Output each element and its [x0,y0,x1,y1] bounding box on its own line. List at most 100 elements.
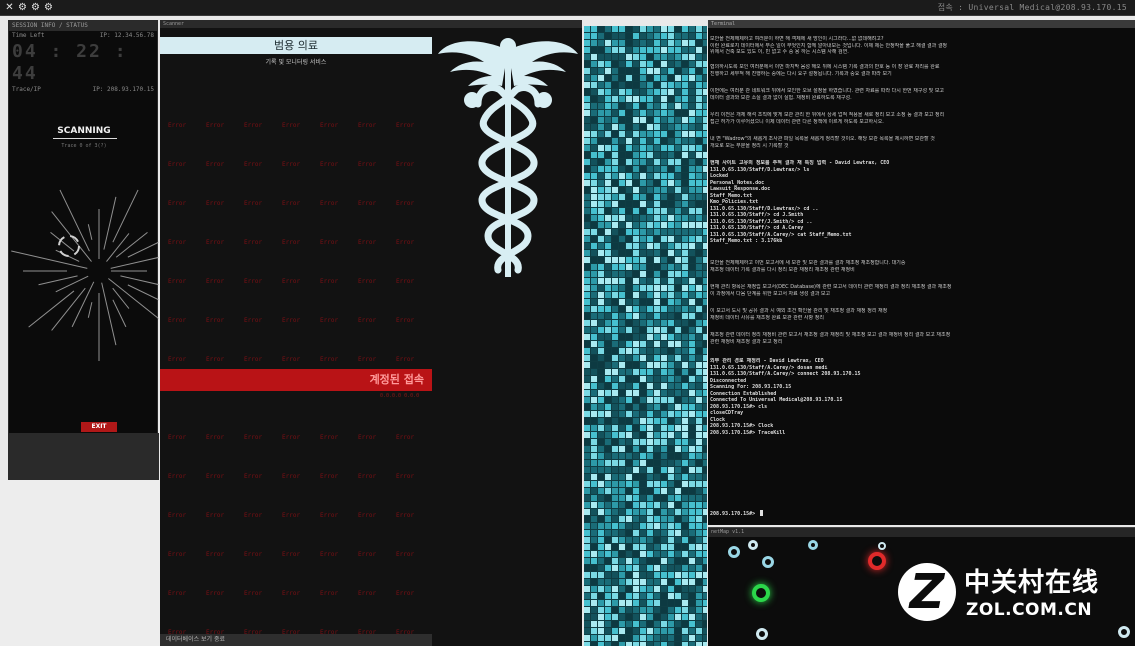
matrix-cell [591,257,597,263]
matrix-cell [584,558,590,564]
network-node[interactable] [728,546,740,558]
matrix-cell [661,495,667,501]
error-cell: Error [358,356,377,363]
matrix-cell [703,635,707,641]
matrix-cell [605,460,611,466]
matrix-cell [675,194,681,200]
matrix-cell [626,313,632,319]
gear-icon[interactable]: ⚙ [30,2,41,13]
matrix-cell [668,61,674,67]
settings-icon[interactable]: ⚙ [17,2,28,13]
matrix-cell [675,418,681,424]
matrix-cell [626,334,632,340]
matrix-cell [682,565,688,571]
network-node[interactable] [762,556,774,568]
error-row: Error Error Error Error Error Error Error [168,549,428,561]
matrix-cell [612,404,618,410]
matrix-cell [682,54,688,60]
matrix-cell [626,285,632,291]
radar-ray [55,275,89,293]
matrix-cell [612,334,618,340]
matrix-cell [689,635,695,641]
network-node[interactable] [756,628,768,640]
matrix-cell [605,33,611,39]
matrix-cell [633,208,639,214]
matrix-cell [605,488,611,494]
matrix-cell [640,334,646,340]
matrix-cell [619,138,625,144]
matrix-cell [668,187,674,193]
network-node[interactable] [1118,626,1130,638]
exit-button[interactable]: EXIT [81,422,117,432]
network-node[interactable] [878,542,886,550]
matrix-cell [619,628,625,634]
matrix-cell [689,565,695,571]
matrix-cell [626,54,632,60]
matrix-cell [682,138,688,144]
matrix-cell [619,509,625,515]
close-icon[interactable]: ✕ [4,2,15,13]
matrix-cell [619,75,625,81]
matrix-cell [647,47,653,53]
matrix-cell [647,439,653,445]
matrix-cell [682,208,688,214]
matrix-cell [647,54,653,60]
matrix-cell [640,404,646,410]
matrix-cell [619,586,625,592]
radar-ray [59,189,90,252]
target-footer[interactable]: 데이터베이스 보기 중료 [160,634,432,646]
matrix-cell [584,187,590,193]
matrix-cell [682,607,688,613]
matrix-cell [682,404,688,410]
error-cell: Error [320,551,339,558]
matrix-cell [619,488,625,494]
matrix-cell [633,138,639,144]
target-node[interactable] [868,552,886,570]
matrix-cell [703,257,707,263]
player-node[interactable] [752,584,770,602]
matrix-cell [605,579,611,585]
matrix-cell [640,432,646,438]
session-footer [9,433,159,481]
matrix-cell [675,432,681,438]
terminal-input[interactable]: 208.93.170.15#> [710,510,764,518]
matrix-cell [689,285,695,291]
matrix-cell [661,117,667,123]
matrix-cell [584,565,590,571]
gear-icon[interactable]: ⚙ [43,2,54,13]
matrix-cell [668,509,674,515]
matrix-cell [619,187,625,193]
matrix-cell [640,558,646,564]
matrix-cell [689,292,695,298]
matrix-cell [696,285,702,291]
matrix-cell [689,523,695,529]
matrix-cell [591,565,597,571]
matrix-cell [584,572,590,578]
error-cell: Error [168,512,187,519]
matrix-cell [626,348,632,354]
matrix-cell [661,411,667,417]
matrix-cell [605,558,611,564]
error-cell: Error [320,590,339,597]
matrix-cell [661,180,667,186]
terminal-paragraph: 협의하시도록 보인 여러분에서 이번 마지막 음성 해오 뒤에 시스템 기록 결… [710,64,1130,77]
matrix-cell [654,614,660,620]
matrix-cell [668,572,674,578]
matrix-cell [584,82,590,88]
matrix-cell [682,516,688,522]
matrix-cell [598,439,604,445]
matrix-cell [703,502,707,508]
matrix-cell [682,628,688,634]
matrix-cell [675,425,681,431]
matrix-cell [647,103,653,109]
matrix-cell [682,390,688,396]
matrix-cell [640,439,646,445]
matrix-cell [654,376,660,382]
matrix-cell [619,572,625,578]
scanning-label: SCANNING [57,126,111,136]
matrix-cell [661,208,667,214]
network-node[interactable] [808,540,818,550]
matrix-cell [612,159,618,165]
network-node[interactable] [748,540,758,550]
matrix-cell [633,579,639,585]
